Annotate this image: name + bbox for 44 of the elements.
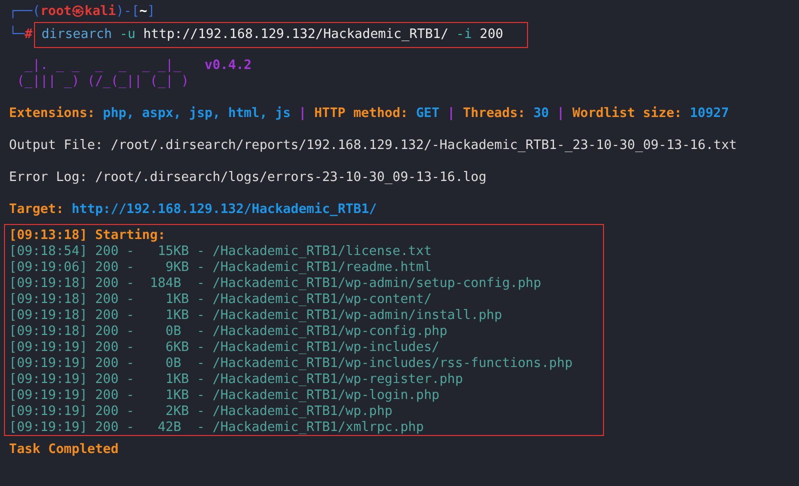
result-line: [09:18:54] 200 - 15KB - /Hackademic_RTB1/license.txt <box>9 244 433 260</box>
prompt-frame: ] <box>147 4 156 20</box>
task-status: Task Completed <box>9 442 120 458</box>
result-line: [09:19:19] 200 - 1KB - /Hackademic_RTB1/wp-login.php <box>9 388 440 404</box>
command-option-text: -u <box>120 27 136 43</box>
result-line: [09:19:19] 200 - 6KB - /Hackademic_RTB1/wp-includes/ <box>9 340 440 356</box>
result-line: [09:19:19] 200 - 42B - /Hackademic_RTB1/xmlrpc.php <box>9 420 425 436</box>
setting-label: Threads: <box>462 106 526 122</box>
prompt-frame: ┌──( <box>9 4 40 20</box>
setting-value: 30 <box>533 106 549 122</box>
result-line: [09:19:18] 200 - 184B - /Hackademic_RTB1/wp-admin/setup-config.php <box>9 276 542 292</box>
prompt-frame: )-[ <box>116 4 140 20</box>
separator: | <box>447 106 456 122</box>
target-label: Target: <box>9 202 64 218</box>
scan-start-line: [09:13:18] Starting: <box>9 228 167 244</box>
prompt-user: # <box>24 27 32 43</box>
separator: | <box>556 106 565 122</box>
command-option-text: -i <box>456 27 472 43</box>
output-file-path: Output File: /root/.dirsearch/reports/192.168.129.132/-Hackademic_RTB1-_23-10-30_09-13-16.txt <box>9 138 737 154</box>
result-line: [09:19:18] 200 - 1KB - /Hackademic_RTB1/wp-admin/install.php <box>9 308 504 324</box>
command-argument: http://192.168.129.132/Hackademic_RTB1/ <box>143 27 448 43</box>
setting-value: php, aspx, jsp, html, js <box>102 106 291 122</box>
prompt-user: root㉿kali <box>40 4 116 20</box>
target-url: http://192.168.129.132/Hackademic_RTB1/ <box>72 202 377 218</box>
separator: | <box>298 106 306 122</box>
version-label: v0.4.2 <box>204 58 252 74</box>
setting-label: Wordlist size: <box>572 106 682 122</box>
command-argument: 200 <box>480 27 504 43</box>
ascii-logo: (_||| _) (/_(_|| (_| ) <box>16 74 190 90</box>
error-log-path: Error Log: /root/.dirsearch/logs/errors-23-10-30_09-13-16.log <box>9 170 486 186</box>
prompt-directory: ~ <box>139 4 148 20</box>
result-line: [09:19:06] 200 - 9KB - /Hackademic_RTB1/readme.html <box>9 260 433 276</box>
ascii-logo: _|. _ _ _ _ _ _|_ <box>24 58 182 74</box>
result-line: [09:19:18] 200 - 0B - /Hackademic_RTB1/wp-config.php <box>9 324 448 340</box>
result-line: [09:19:19] 200 - 2KB - /Hackademic_RTB1/wp.php <box>9 404 394 420</box>
prompt-frame: └─ <box>9 27 25 43</box>
result-line: [09:19:19] 200 - 0B - /Hackademic_RTB1/wp-includes/rss-functions.php <box>9 356 574 372</box>
setting-label: Extensions: <box>9 106 96 122</box>
command-name: dirsearch <box>41 27 112 43</box>
result-line: [09:19:19] 200 - 1KB - /Hackademic_RTB1/wp-register.php <box>9 372 464 388</box>
result-line: [09:19:18] 200 - 1KB - /Hackademic_RTB1/wp-content/ <box>9 292 433 308</box>
setting-value: GET <box>416 106 440 122</box>
setting-label: HTTP method: <box>314 106 408 122</box>
setting-value: 10927 <box>690 106 729 122</box>
